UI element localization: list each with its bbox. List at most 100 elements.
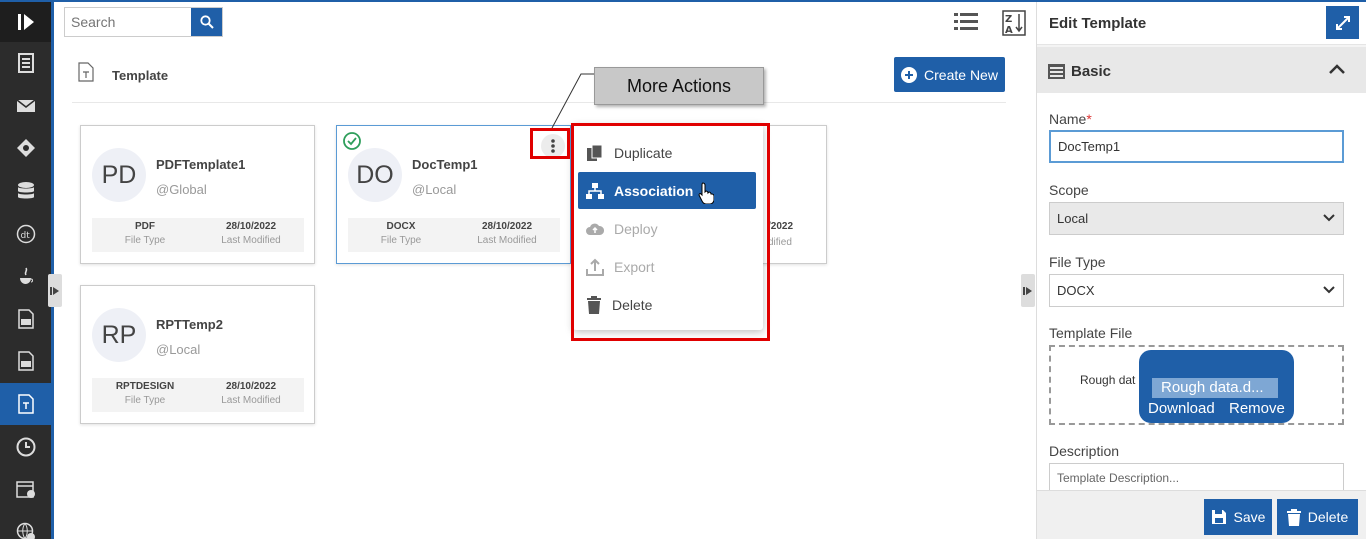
template-name: PDFTemplate1	[156, 157, 246, 172]
file-dropzone[interactable]: Rough dat Rough data.d... Download Remov…	[1049, 345, 1344, 425]
scope-select[interactable]: Local	[1049, 202, 1344, 235]
plus-circle-icon	[901, 66, 918, 83]
template-card[interactable]: RP RPTTemp2 @Local RPTDESIGN File Type 28…	[80, 285, 315, 424]
svg-text:A: A	[1005, 25, 1013, 36]
search-button[interactable]	[191, 8, 222, 36]
edit-template-panel: Edit Template Basic Name* DocTemp1 Scope…	[1036, 2, 1366, 539]
nav-ts-file-icon[interactable]	[0, 298, 51, 341]
file-type-value: DOCX	[386, 221, 416, 232]
delete-button[interactable]: Delete	[1277, 499, 1358, 535]
highlight-box-kebab	[530, 128, 570, 159]
sort-za-icon[interactable]: ZA	[1002, 10, 1026, 39]
filetype-label: File Type	[1049, 254, 1106, 270]
svg-text:Z: Z	[1005, 14, 1012, 25]
right-collapse-toggle[interactable]	[1021, 274, 1035, 307]
template-name: RPTTemp2	[156, 317, 223, 332]
check-circle-icon	[343, 132, 361, 153]
template-scope: @Local	[156, 342, 201, 357]
main-content: ZA Template Create New PD PDFTemplate1 @…	[48, 2, 1036, 539]
nav-database-icon[interactable]	[0, 170, 51, 213]
search-input[interactable]	[65, 8, 191, 36]
more-actions-callout: More Actions	[594, 67, 764, 105]
nav-mail-icon[interactable]	[0, 85, 51, 128]
panel-header: Edit Template	[1037, 2, 1366, 45]
card-meta: DOCX File Type 28/10/2022 Last Modified	[348, 218, 560, 252]
expand-button[interactable]	[1326, 6, 1359, 39]
form-icon	[1048, 64, 1065, 79]
nav-dt-icon[interactable]: dt	[0, 212, 51, 255]
nav-clock-icon[interactable]	[0, 425, 51, 468]
page-header: Template	[72, 60, 1006, 103]
basic-section-header[interactable]: Basic	[1037, 47, 1366, 93]
card-meta: RPTDESIGN File Type 28/10/2022 Last Modifi…	[92, 378, 304, 412]
nav-template-icon[interactable]	[0, 382, 51, 426]
left-nav-rail: dt	[0, 2, 54, 539]
list-view-icon[interactable]	[954, 12, 978, 35]
save-icon	[1211, 510, 1226, 524]
avatar: DO	[348, 148, 402, 202]
app-logo-icon[interactable]	[0, 2, 51, 42]
template-file-icon	[78, 62, 94, 85]
file-type-label: File Type	[380, 235, 422, 246]
page-title: Template	[112, 68, 169, 83]
save-button[interactable]: Save	[1204, 499, 1272, 535]
modified-label: Last Modified	[221, 235, 281, 246]
nav-css-file-icon[interactable]	[0, 340, 51, 383]
create-new-label: Create New	[924, 66, 998, 83]
collapse-arrow-icon	[50, 286, 59, 295]
required-marker: *	[1086, 111, 1092, 127]
chevron-up-icon	[1329, 64, 1345, 74]
download-link[interactable]: Download	[1148, 400, 1215, 417]
modified-value: 28/10/2022	[225, 221, 277, 232]
template-scope: @Local	[412, 182, 457, 197]
template-file-label: Template File	[1049, 325, 1133, 341]
file-name-behind: Rough dat	[1080, 373, 1136, 387]
section-title: Basic	[1071, 63, 1112, 80]
template-name: DocTemp1	[412, 157, 478, 172]
file-type-value: RPTDESIGN	[115, 381, 175, 392]
modified-label: Last Modified	[477, 235, 537, 246]
app-window: dt ZA Template Create Ne	[0, 0, 1366, 539]
file-name: Rough data.d...	[1152, 378, 1278, 398]
modified-label: Last Modified	[221, 395, 281, 406]
file-chip: Rough data.d... Download Remove	[1139, 350, 1294, 423]
nav-calendar-settings-icon[interactable]	[0, 468, 51, 511]
modified-value: 28/10/2022	[225, 381, 277, 392]
modified-value: 28/10/2022	[481, 221, 533, 232]
name-label: Name*	[1049, 111, 1092, 127]
search-icon	[199, 15, 214, 29]
left-collapse-toggle[interactable]	[48, 274, 62, 307]
collapse-arrow-icon	[1023, 286, 1032, 295]
panel-title: Edit Template	[1049, 15, 1147, 32]
modified-value-fragment: /2022	[768, 221, 794, 232]
name-field[interactable]: DocTemp1	[1049, 130, 1344, 163]
file-type-label: File Type	[124, 235, 166, 246]
create-new-button[interactable]: Create New	[894, 57, 1005, 92]
trash-icon	[1286, 508, 1301, 526]
nav-java-icon[interactable]	[0, 255, 51, 298]
template-scope: @Global	[156, 182, 207, 197]
chevron-down-icon	[1323, 214, 1335, 222]
description-label: Description	[1049, 443, 1120, 459]
svg-text:dt: dt	[20, 231, 30, 241]
nav-globe-settings-icon[interactable]	[0, 511, 51, 539]
modified-label-fragment: dified	[768, 237, 792, 248]
chevron-down-icon	[1323, 286, 1335, 294]
description-field[interactable]: Template Description...	[1049, 463, 1344, 490]
highlight-box-menu	[571, 123, 770, 341]
search-box	[64, 7, 223, 37]
filetype-select[interactable]: DOCX	[1049, 274, 1344, 307]
template-card[interactable]: PD PDFTemplate1 @Global PDF File Type 28/…	[80, 125, 315, 264]
panel-form: Name* DocTemp1 Scope Local File Type DOC…	[1037, 93, 1366, 490]
nav-diamond-icon[interactable]	[0, 127, 51, 170]
file-type-value: PDF	[135, 221, 155, 232]
expand-icon	[1335, 15, 1350, 30]
avatar: RP	[92, 308, 146, 362]
scope-label: Scope	[1049, 182, 1089, 198]
avatar: PD	[92, 148, 146, 202]
panel-footer: Save Delete	[1037, 490, 1366, 539]
remove-link[interactable]: Remove	[1229, 400, 1285, 417]
file-type-label: File Type	[124, 395, 166, 406]
card-meta: PDF File Type 28/10/2022 Last Modified	[92, 218, 304, 252]
nav-document-icon[interactable]	[0, 42, 51, 85]
